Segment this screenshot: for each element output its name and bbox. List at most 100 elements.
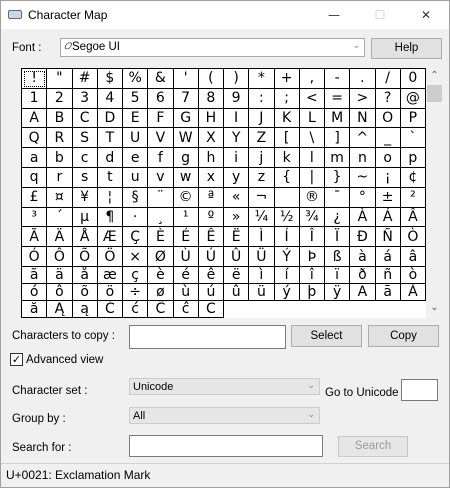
scroll-down-icon[interactable]: ⌄ <box>426 300 443 316</box>
character-cell[interactable]: K <box>274 108 300 129</box>
character-cell[interactable]: Ô <box>47 247 73 267</box>
character-set-dropdown[interactable]: Unicode ⌄ <box>129 378 320 395</box>
character-cell[interactable]: ~ <box>350 167 376 188</box>
maximize-button[interactable]: ☐ <box>357 1 403 29</box>
character-cell[interactable]: A <box>22 108 48 129</box>
character-cell[interactable]: ò <box>400 266 426 284</box>
character-cell[interactable]: G <box>173 108 199 129</box>
character-cell[interactable]: \ <box>299 128 325 149</box>
character-cell[interactable]: ï <box>325 266 351 284</box>
character-cell[interactable]: k <box>274 148 300 168</box>
character-cell[interactable]: 2 <box>47 88 73 109</box>
character-cell[interactable]: ú <box>198 283 224 301</box>
character-cell[interactable]: 9 <box>224 88 250 109</box>
character-cell[interactable]: ' <box>173 69 199 89</box>
character-cell[interactable]: f <box>148 148 174 168</box>
character-cell[interactable]: ¿ <box>325 207 351 228</box>
character-cell[interactable]: : <box>249 88 275 109</box>
character-cell[interactable]: 5 <box>123 88 149 109</box>
character-cell[interactable]: í <box>274 266 300 284</box>
character-cell[interactable]: M <box>325 108 351 129</box>
character-cell[interactable]: ó <box>22 283 48 301</box>
minimize-button[interactable]: — <box>311 1 357 29</box>
character-cell[interactable]: é <box>173 266 199 284</box>
character-cell[interactable]: p <box>400 148 426 168</box>
character-cell[interactable]: J <box>249 108 275 129</box>
character-cell[interactable]: v <box>148 167 174 188</box>
character-cell[interactable]: Þ <box>299 247 325 267</box>
character-cell[interactable]: ê <box>198 266 224 284</box>
character-cell[interactable]: ù <box>173 283 199 301</box>
character-cell[interactable]: ÿ <box>325 283 351 301</box>
character-cell[interactable]: I <box>224 108 250 129</box>
character-cell[interactable]: â <box>400 247 426 267</box>
character-cell[interactable]: N <box>350 108 376 129</box>
character-cell[interactable]: ì <box>249 266 275 284</box>
character-cell[interactable]: ô <box>47 283 73 301</box>
character-cell[interactable]: ß <box>325 247 351 267</box>
character-cell[interactable]: ă <box>22 300 48 318</box>
character-cell[interactable]: x <box>198 167 224 188</box>
character-cell[interactable]: À <box>350 207 376 228</box>
font-dropdown[interactable]: 𝑂 Segoe UI ⌄ <box>60 38 365 57</box>
character-cell[interactable]: Í <box>274 227 300 248</box>
character-cell[interactable]: ] <box>325 128 351 149</box>
search-input[interactable] <box>129 435 323 457</box>
character-cell[interactable]: ® <box>299 187 325 208</box>
character-cell[interactable]: Q <box>22 128 48 149</box>
character-cell[interactable]: 3 <box>72 88 98 109</box>
character-cell[interactable]: ā <box>375 283 401 301</box>
character-cell[interactable]: õ <box>72 283 98 301</box>
character-cell[interactable]: · <box>123 207 149 228</box>
character-cell[interactable]: ¶ <box>97 207 123 228</box>
character-cell[interactable]: Æ <box>97 227 123 248</box>
character-cell[interactable]: l <box>299 148 325 168</box>
character-cell[interactable]: § <box>123 187 149 208</box>
character-cell[interactable]: Â <box>400 207 426 228</box>
character-cell[interactable]: Z <box>249 128 275 149</box>
character-cell[interactable]: ` <box>400 128 426 149</box>
character-cell[interactable]: B <box>47 108 73 129</box>
character-cell[interactable]: ) <box>224 69 250 89</box>
character-cell[interactable]: è <box>148 266 174 284</box>
character-cell[interactable]: ° <box>350 187 376 208</box>
character-cell[interactable]: ä <box>47 266 73 284</box>
character-cell[interactable]: Û <box>224 247 250 267</box>
character-cell[interactable]: H <box>198 108 224 129</box>
group-by-dropdown[interactable]: All ⌄ <box>129 407 320 424</box>
character-cell[interactable]: Î <box>299 227 325 248</box>
character-cell[interactable]: ë <box>224 266 250 284</box>
character-cell[interactable]: Ú <box>198 247 224 267</box>
search-button[interactable]: Search <box>338 436 408 457</box>
character-cell[interactable]: 6 <box>148 88 174 109</box>
character-cell[interactable]: ð <box>350 266 376 284</box>
character-cell[interactable]: T <box>97 128 123 149</box>
character-cell[interactable]: n <box>350 148 376 168</box>
character-cell[interactable]: Ó <box>22 247 48 267</box>
character-cell[interactable]: W <box>173 128 199 149</box>
character-cell[interactable]: D <box>97 108 123 129</box>
character-cell[interactable]: ¤ <box>47 187 73 208</box>
character-cell[interactable]: | <box>299 167 325 188</box>
character-cell[interactable]: U <box>123 128 149 149</box>
character-cell[interactable]: ã <box>22 266 48 284</box>
character-cell[interactable]: þ <box>299 283 325 301</box>
copy-button[interactable]: Copy <box>368 325 439 347</box>
character-cell[interactable]: £ <box>22 187 48 208</box>
character-cell[interactable]: # <box>72 69 98 89</box>
character-cell[interactable]: - <box>325 69 351 89</box>
character-cell[interactable]: j <box>249 148 275 168</box>
character-cell[interactable]: ; <box>274 88 300 109</box>
character-cell[interactable]: " <box>47 69 73 89</box>
character-cell[interactable]: Ā <box>350 283 376 301</box>
character-cell[interactable]: å <box>72 266 98 284</box>
character-cell[interactable]: ý <box>274 283 300 301</box>
character-cell[interactable]: ć <box>123 300 149 318</box>
character-cell[interactable]: ñ <box>375 266 401 284</box>
character-cell[interactable]: ^ <box>350 128 376 149</box>
character-cell[interactable]: Ą <box>47 300 73 318</box>
character-cell[interactable]: ² <box>400 187 426 208</box>
character-cell[interactable]: Ă <box>400 283 426 301</box>
character-cell[interactable]: ½ <box>274 207 300 228</box>
character-cell[interactable]: ´ <box>47 207 73 228</box>
